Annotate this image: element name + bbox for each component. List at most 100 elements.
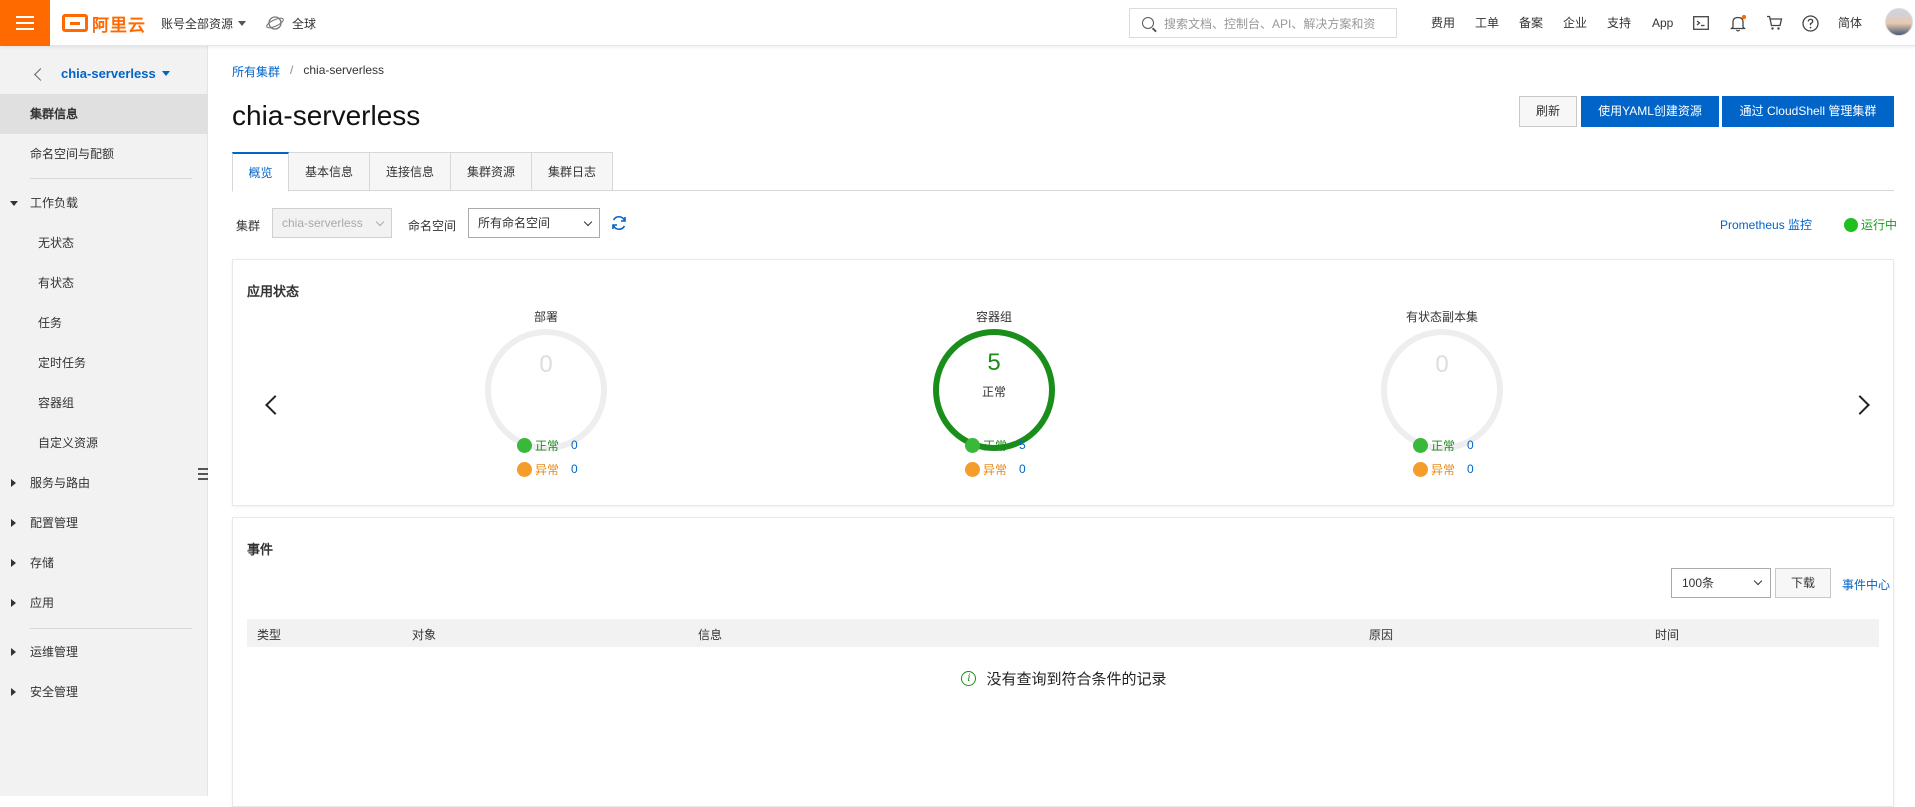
abnormal-dot-icon bbox=[965, 461, 980, 477]
legend-normal: 正常 5 bbox=[965, 436, 1026, 454]
menu-icon[interactable] bbox=[0, 0, 50, 46]
yaml-create-button[interactable]: 使用YAML创建资源 bbox=[1581, 96, 1719, 127]
namespace-select[interactable]: 所有命名空间 bbox=[468, 208, 600, 238]
sidebar-item-statefulsets[interactable]: 有状态 bbox=[0, 263, 208, 303]
aliyun-logo-text: 阿里云 bbox=[92, 15, 146, 35]
sidebar-item-jobs[interactable]: 任务 bbox=[0, 303, 208, 343]
sidebar-item-label: 运维管理 bbox=[30, 645, 79, 659]
abnormal-count[interactable]: 0 bbox=[1467, 462, 1474, 476]
gauge-total: 0 bbox=[1435, 351, 1449, 378]
normal-count[interactable]: 5 bbox=[1019, 438, 1026, 452]
account-resources-label: 账号全部资源 bbox=[161, 16, 234, 31]
legend-abnormal: 异常 0 bbox=[517, 460, 578, 478]
column-header-object[interactable]: 对象 bbox=[412, 626, 436, 643]
event-center-link[interactable]: 事件中心 bbox=[1842, 576, 1890, 593]
top-navigation-bar: 阿里云 账号全部资源 全球 搜索文档、控制台、API、解决方案和资 费用 工单 … bbox=[0, 0, 1915, 46]
sidebar-item-applications[interactable]: 应用 bbox=[0, 583, 208, 623]
aliyun-logo[interactable]: 阿里云 bbox=[62, 11, 146, 35]
sidebar-item-security[interactable]: 安全管理 bbox=[0, 672, 208, 712]
abnormal-label: 异常 bbox=[1431, 462, 1456, 477]
normal-dot-icon bbox=[517, 437, 532, 453]
sidebar-item-pods[interactable]: 容器组 bbox=[0, 383, 208, 423]
help-icon[interactable] bbox=[1801, 14, 1819, 32]
breadcrumb-all-clusters[interactable]: 所有集群 bbox=[232, 63, 280, 80]
events-title: 事件 bbox=[247, 542, 274, 557]
carousel-next-icon[interactable] bbox=[1850, 395, 1870, 415]
legend-normal: 正常 0 bbox=[1413, 436, 1474, 454]
caret-right-icon bbox=[11, 648, 16, 656]
gauge-total: 5 bbox=[987, 349, 1001, 376]
column-header-reason[interactable]: 原因 bbox=[1369, 626, 1393, 643]
column-header-type[interactable]: 类型 bbox=[257, 626, 281, 643]
chevron-down-icon bbox=[238, 20, 247, 26]
cluster-status-text: 运行中 bbox=[1861, 218, 1898, 232]
language-switcher[interactable]: 简体 bbox=[1838, 0, 1862, 46]
tab-cluster-logs[interactable]: 集群日志 bbox=[532, 152, 613, 191]
column-header-message[interactable]: 信息 bbox=[698, 626, 722, 643]
page-size-value: 100条 bbox=[1682, 576, 1715, 590]
sidebar-item-deployments[interactable]: 无状态 bbox=[0, 223, 208, 263]
nav-link-enterprise[interactable]: 企业 bbox=[1563, 0, 1587, 46]
carousel-prev-icon[interactable] bbox=[265, 395, 285, 415]
abnormal-dot-icon bbox=[517, 461, 532, 477]
app-status-card: 应用状态 部署 0 正常 0 异常 0 容器组 5 正常 正常 5 异常 0 有… bbox=[232, 259, 1894, 541]
back-arrow-icon[interactable] bbox=[34, 68, 47, 81]
tab-cluster-resources[interactable]: 集群资源 bbox=[451, 152, 532, 191]
sidebar-item-operations[interactable]: 运维管理 bbox=[0, 632, 208, 672]
global-search-input[interactable]: 搜索文档、控制台、API、解决方案和资 bbox=[1129, 8, 1397, 38]
refresh-button[interactable]: 刷新 bbox=[1519, 96, 1577, 127]
normal-count[interactable]: 0 bbox=[1467, 438, 1474, 452]
search-icon bbox=[1142, 17, 1154, 29]
cloudshell-manage-button[interactable]: 通过 CloudShell 管理集群 bbox=[1722, 96, 1894, 127]
status-dot-icon bbox=[1844, 217, 1858, 232]
breadcrumb-current: chia-serverless bbox=[303, 63, 385, 77]
cloudshell-terminal-icon[interactable] bbox=[1692, 14, 1710, 32]
sidebar-collapse-icon[interactable] bbox=[198, 468, 208, 484]
caret-right-icon bbox=[11, 599, 16, 607]
user-avatar[interactable] bbox=[1885, 8, 1913, 36]
column-header-time[interactable]: 时间 bbox=[1655, 626, 1679, 643]
nav-link-tickets[interactable]: 工单 bbox=[1475, 0, 1499, 46]
normal-count[interactable]: 0 bbox=[571, 438, 578, 452]
sidebar-item-namespaces[interactable]: 命名空间与配额 bbox=[0, 134, 208, 174]
legend-normal: 正常 0 bbox=[517, 436, 578, 454]
sidebar-item-services-routes[interactable]: 服务与路由 bbox=[0, 463, 208, 503]
abnormal-count[interactable]: 0 bbox=[571, 462, 578, 476]
bell-icon[interactable] bbox=[1729, 14, 1747, 32]
tab-overview[interactable]: 概览 bbox=[232, 152, 289, 192]
sidebar-item-storage[interactable]: 存储 bbox=[0, 543, 208, 583]
sidebar-item-label: 配置管理 bbox=[30, 516, 79, 530]
page-size-select[interactable]: 100条 bbox=[1671, 568, 1771, 598]
gauge-total: 0 bbox=[539, 351, 553, 378]
caret-down-icon bbox=[10, 201, 18, 206]
sidebar-item-custom-resources[interactable]: 自定义资源 bbox=[0, 423, 208, 463]
sidebar-item-config[interactable]: 配置管理 bbox=[0, 503, 208, 543]
tab-bar: 概览 基本信息 连接信息 集群资源 集群日志 bbox=[232, 152, 1894, 192]
nav-link-icp[interactable]: 备案 bbox=[1519, 0, 1543, 46]
tab-connection-info[interactable]: 连接信息 bbox=[370, 152, 451, 191]
abnormal-count[interactable]: 0 bbox=[1019, 462, 1026, 476]
download-button[interactable]: 下载 bbox=[1775, 568, 1831, 598]
region-label: 全球 bbox=[292, 16, 317, 31]
refresh-icon[interactable] bbox=[610, 214, 628, 232]
prometheus-monitor-link[interactable]: Prometheus 监控 bbox=[1720, 216, 1812, 233]
sidebar-divider bbox=[30, 178, 192, 179]
normal-label: 正常 bbox=[535, 438, 560, 453]
sidebar-item-cronjobs[interactable]: 定时任务 bbox=[0, 343, 208, 383]
nav-link-support[interactable]: 支持 bbox=[1607, 0, 1631, 46]
region-selector[interactable]: 全球 bbox=[266, 0, 316, 46]
nav-link-billing[interactable]: 费用 bbox=[1431, 0, 1455, 46]
chevron-down-icon bbox=[375, 217, 385, 227]
sidebar-item-label: 工作负载 bbox=[30, 196, 79, 210]
gauge-ring: 0 bbox=[1381, 329, 1503, 451]
account-resources-menu[interactable]: 账号全部资源 bbox=[161, 0, 247, 46]
nav-link-app[interactable]: App bbox=[1652, 0, 1673, 46]
sidebar-item-workloads[interactable]: 工作负载 bbox=[0, 183, 208, 223]
cluster-switcher[interactable]: chia-serverless bbox=[61, 66, 170, 81]
empty-state-text: 没有查询到符合条件的记录 bbox=[986, 671, 1167, 688]
gauge-title: 部署 bbox=[533, 310, 558, 324]
sidebar-item-cluster-info[interactable]: 集群信息 bbox=[0, 94, 208, 134]
cart-icon[interactable] bbox=[1765, 14, 1783, 32]
tab-basic-info[interactable]: 基本信息 bbox=[289, 152, 370, 191]
gauge-title: 容器组 bbox=[975, 310, 1012, 324]
